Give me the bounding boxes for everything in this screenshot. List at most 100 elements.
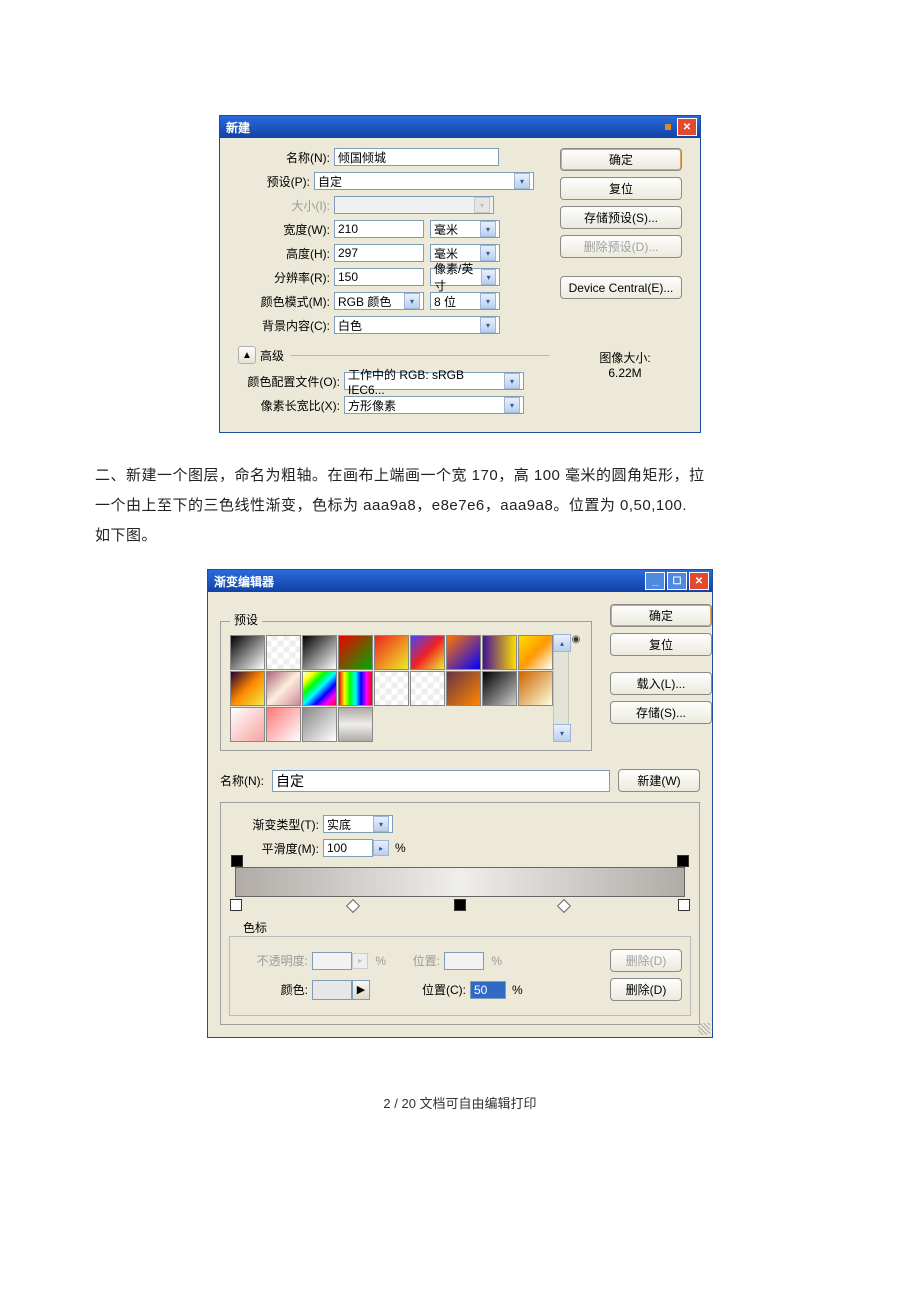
delete-preset-button: 删除预设(D)... (560, 235, 682, 258)
preset-swatch[interactable] (230, 671, 265, 706)
gradient-editor-dialog: 渐变编辑器 _ ☐ ✕ 预设 ▴ ▾ (207, 569, 713, 1038)
color-mode-label: 颜色模式(M): (230, 293, 334, 310)
height-label: 高度(H): (230, 245, 334, 262)
preset-swatch[interactable] (446, 671, 481, 706)
preset-swatch[interactable] (446, 635, 481, 670)
chevron-down-icon[interactable]: ▾ (480, 221, 496, 237)
spinner-icon: ▸ (352, 953, 368, 969)
color-position-input[interactable] (470, 981, 506, 999)
chevron-down-icon[interactable]: ▾ (373, 816, 389, 832)
preset-swatch[interactable] (374, 635, 409, 670)
pixel-aspect-select[interactable]: 方形像素 ▾ (344, 396, 524, 414)
gradient-type-select[interactable]: 实底 ▾ (323, 815, 393, 833)
preset-swatch[interactable] (302, 671, 337, 706)
presets-label: 预设 (230, 611, 262, 628)
instruction-paragraph: 二、新建一个图层，命名为粗轴。在画布上端画一个宽 170，高 100 毫米的圆角… (95, 461, 825, 551)
preset-swatch[interactable] (482, 671, 517, 706)
preset-swatch[interactable] (374, 671, 409, 706)
percent-label: % (395, 841, 406, 855)
resize-handle-icon[interactable] (698, 1023, 710, 1035)
preset-swatch[interactable] (518, 671, 553, 706)
preset-swatch[interactable] (410, 671, 445, 706)
chevron-down-icon[interactable]: ▾ (404, 293, 420, 309)
color-stop-right[interactable] (678, 899, 690, 911)
save-button[interactable]: 存储(S)... (610, 701, 712, 724)
resolution-input[interactable] (334, 268, 424, 286)
bit-depth-select[interactable]: 8 位 ▾ (430, 292, 500, 310)
chevron-down-icon[interactable]: ▾ (480, 245, 496, 261)
background-label: 背景内容(C): (230, 317, 334, 334)
size-select: ▾ (334, 196, 494, 214)
chevron-down-icon[interactable]: ▾ (504, 397, 520, 413)
scrollbar-track[interactable] (553, 652, 569, 724)
preset-select[interactable]: 自定 ▾ (314, 172, 534, 190)
chevron-down-icon[interactable]: ▾ (504, 373, 520, 389)
close-icon[interactable]: ✕ (677, 118, 697, 136)
load-button[interactable]: 载入(L)... (610, 672, 712, 695)
preset-swatch[interactable] (338, 707, 373, 742)
save-preset-button[interactable]: 存储预设(S)... (560, 206, 682, 229)
color-label: 颜色: (238, 981, 312, 998)
opacity-stop-left[interactable] (231, 855, 243, 867)
size-label: 大小(I): (230, 197, 334, 214)
preset-swatch[interactable] (410, 635, 445, 670)
flyout-menu-icon[interactable]: ◉ (569, 634, 583, 742)
color-profile-select[interactable]: 工作中的 RGB: sRGB IEC6... ▾ (344, 372, 524, 390)
color-flyout-icon[interactable]: ▶ (352, 980, 370, 1000)
position-input (444, 952, 484, 970)
gradient-preview-area[interactable] (235, 867, 685, 897)
preset-swatch[interactable] (302, 707, 337, 742)
color-stop-left[interactable] (230, 899, 242, 911)
background-select[interactable]: 白色 ▾ (334, 316, 500, 334)
preset-swatch[interactable] (482, 635, 517, 670)
opacity-stop-right[interactable] (677, 855, 689, 867)
advanced-label: 高级 (260, 347, 284, 364)
delete-color-stop-button[interactable]: 删除(D) (610, 978, 682, 1001)
titlebar[interactable]: 渐变编辑器 _ ☐ ✕ (208, 570, 712, 592)
preset-swatch[interactable] (338, 635, 373, 670)
percent-label: % (368, 954, 390, 968)
advanced-toggle-button[interactable]: ▲ (238, 346, 256, 364)
gradient-name-input[interactable] (272, 770, 610, 792)
chevron-down-icon[interactable]: ▾ (480, 293, 496, 309)
preset-swatch[interactable] (266, 707, 301, 742)
width-unit-select[interactable]: 毫米 ▾ (430, 220, 500, 238)
preset-swatch[interactable] (230, 707, 265, 742)
delete-stop-button: 删除(D) (610, 949, 682, 972)
device-central-button[interactable]: Device Central(E)... (560, 276, 682, 299)
ok-button[interactable]: 确定 (560, 148, 682, 171)
spinner-icon[interactable]: ▸ (373, 840, 389, 856)
new-gradient-button[interactable]: 新建(W) (618, 769, 700, 792)
minimize-icon[interactable]: _ (645, 572, 665, 590)
resolution-unit-select[interactable]: 像素/英寸 ▾ (430, 268, 500, 286)
titlebar[interactable]: 新建 ✕ (220, 116, 700, 138)
close-icon[interactable]: ✕ (689, 572, 709, 590)
height-input[interactable] (334, 244, 424, 262)
ok-button[interactable]: 确定 (610, 604, 712, 627)
opacity-input (312, 952, 352, 970)
color-stop-mid[interactable] (454, 899, 466, 911)
chevron-down-icon[interactable]: ▾ (480, 317, 496, 333)
reset-button[interactable]: 复位 (610, 633, 712, 656)
new-document-dialog: 新建 ✕ 名称(N): 预设(P): 自定 ▾ (219, 115, 701, 433)
name-input[interactable] (334, 148, 499, 166)
color-well[interactable] (312, 980, 352, 1000)
gradient-bar[interactable] (235, 867, 685, 897)
width-input[interactable] (334, 220, 424, 238)
preset-swatch[interactable] (230, 635, 265, 670)
orange-marker-icon (665, 124, 671, 130)
maximize-icon[interactable]: ☐ (667, 572, 687, 590)
smoothness-input[interactable] (323, 839, 373, 857)
chevron-down-icon[interactable]: ▾ (481, 269, 496, 285)
preset-swatch[interactable] (266, 635, 301, 670)
image-size-label: 图像大小: (560, 349, 690, 366)
preset-swatch[interactable] (266, 671, 301, 706)
image-size-value: 6.22M (560, 366, 690, 380)
preset-swatch[interactable] (338, 671, 373, 706)
reset-button[interactable]: 复位 (560, 177, 682, 200)
preset-swatch[interactable] (518, 635, 553, 670)
chevron-down-icon[interactable]: ▾ (514, 173, 530, 189)
color-mode-select[interactable]: RGB 颜色 ▾ (334, 292, 424, 310)
preset-swatch[interactable] (302, 635, 337, 670)
opacity-label: 不透明度: (238, 952, 312, 969)
